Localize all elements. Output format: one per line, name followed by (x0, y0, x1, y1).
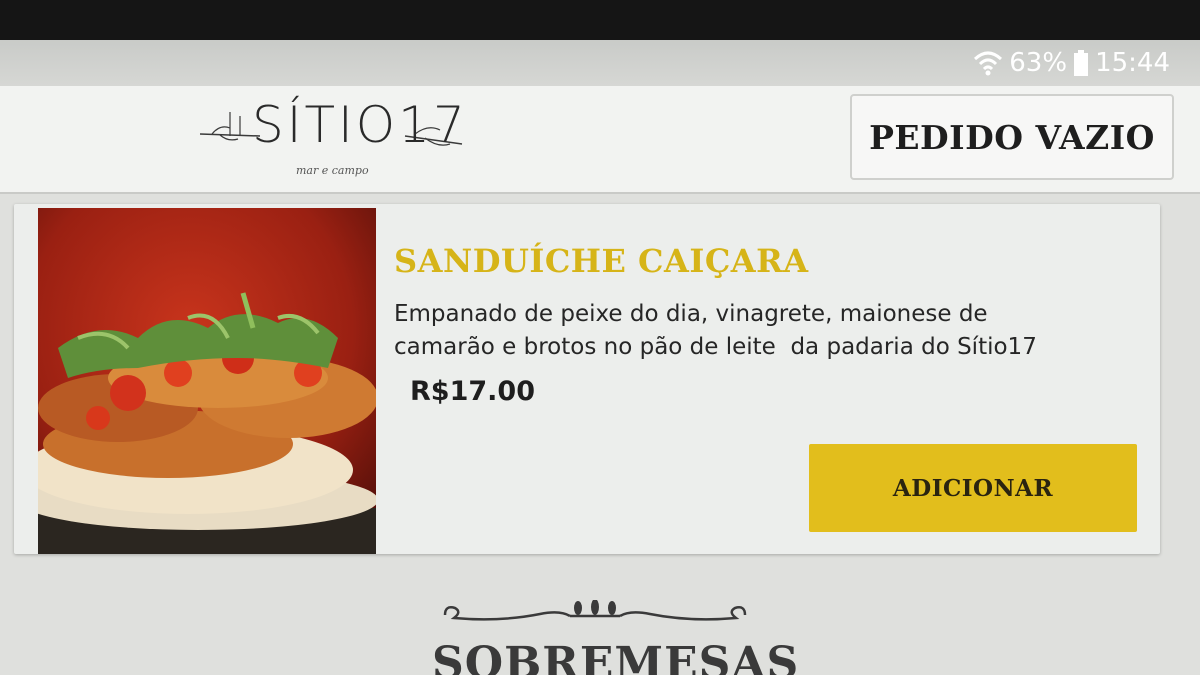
clock: 15:44 (1095, 48, 1170, 78)
battery-percent: 63% (1009, 48, 1068, 78)
app-header: SÍTIO17 mar e campo PEDIDO VAZIO (0, 86, 1200, 194)
product-title: SANDUÍCHE CAIÇARA (394, 242, 809, 280)
product-description: Empanado de peixe do dia, vinagrete, mai… (394, 301, 1037, 360)
product-price: R$17.00 (410, 376, 535, 407)
status-bar: 63% 15:44 (0, 40, 1200, 86)
add-to-order-button[interactable]: ADICIONAR (809, 444, 1137, 532)
logo-wordmark: SÍTIO17 (252, 96, 468, 154)
app-screen: 63% 15:44 SÍTIO17 mar e campo PEDIDO VAZ… (0, 40, 1200, 675)
logo-tagline: mar e campo (296, 164, 369, 177)
ornament-divider-icon (443, 600, 747, 621)
section-title: SOBREMESAS (432, 638, 800, 675)
wifi-icon (973, 49, 1003, 77)
status-indicators: 63% 15:44 (973, 48, 1170, 78)
product-card: SANDUÍCHE CAIÇARA Empanado de peixe do d… (14, 204, 1160, 554)
battery-icon (1073, 50, 1089, 76)
brand-logo[interactable]: SÍTIO17 mar e campo (200, 94, 470, 186)
order-status-button[interactable]: PEDIDO VAZIO (850, 94, 1174, 180)
product-image (38, 208, 376, 554)
